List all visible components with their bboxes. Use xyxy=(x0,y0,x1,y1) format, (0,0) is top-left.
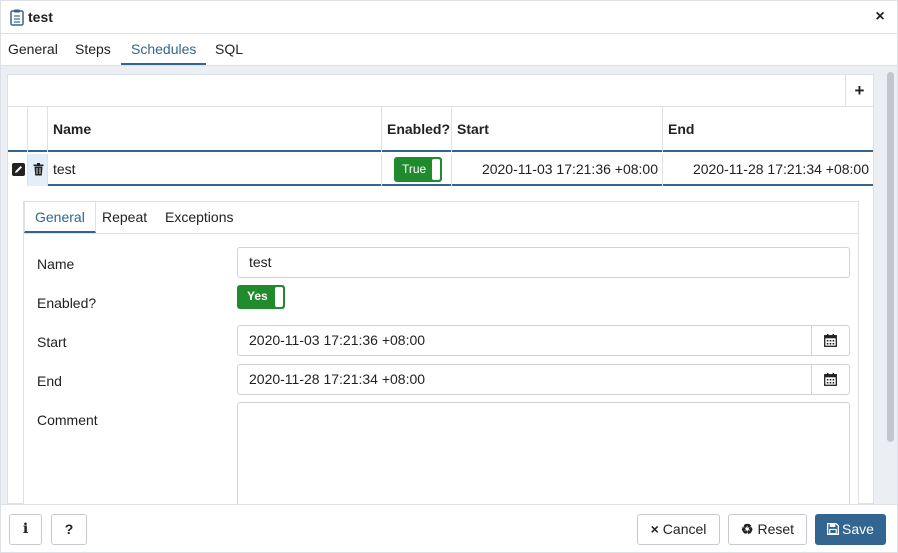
column-header-start: Start xyxy=(452,107,663,152)
help-button[interactable]: ? xyxy=(51,514,87,545)
close-icon: × xyxy=(650,521,659,537)
start-calendar-button[interactable] xyxy=(811,326,849,355)
row-name-cell: test xyxy=(48,154,382,186)
dialog-footer: i ? × Cancel ♻ Reset Save xyxy=(1,504,897,552)
edit-row-button[interactable] xyxy=(8,154,28,186)
cancel-label: Cancel xyxy=(662,521,707,537)
calendar-icon xyxy=(824,373,837,386)
end-calendar-button[interactable] xyxy=(811,365,849,394)
column-header-enabled: Enabled? xyxy=(382,107,452,152)
enabled-toggle[interactable]: Yes xyxy=(237,285,285,309)
close-icon[interactable]: × xyxy=(873,8,887,26)
reset-label: Reset xyxy=(757,521,795,537)
toggle-knob xyxy=(432,159,440,180)
enabled-label: Enabled? xyxy=(37,295,97,311)
schedules-content: + Name Enabled? Start End test True 2020… xyxy=(1,66,897,504)
subtab-exceptions[interactable]: Exceptions xyxy=(155,202,243,233)
row-end-cell: 2020-11-28 17:21:34 +08:00 xyxy=(692,161,869,177)
enabled-toggle-text: Yes xyxy=(247,289,268,303)
row-enabled-cell: True xyxy=(382,154,452,186)
dialog-titlebar: test × xyxy=(1,1,897,34)
save-label: Save xyxy=(842,521,874,537)
grid-toolbar: + xyxy=(8,75,873,107)
tab-steps[interactable]: Steps xyxy=(75,34,111,65)
help-icon: ? xyxy=(64,521,74,537)
column-header-end: End xyxy=(668,121,695,137)
start-datetime-value: 2020-11-03 17:21:36 +08:00 xyxy=(249,332,426,348)
name-input[interactable]: test xyxy=(237,247,850,278)
clipboard-icon xyxy=(10,9,24,26)
subtab-repeat[interactable]: Repeat xyxy=(92,202,157,233)
tab-general[interactable]: General xyxy=(8,34,58,65)
reset-button[interactable]: ♻ Reset xyxy=(728,514,807,545)
tab-sql[interactable]: SQL xyxy=(215,34,243,65)
delete-row-button[interactable] xyxy=(28,154,48,186)
column-header-name: Name xyxy=(48,107,382,152)
save-button[interactable]: Save xyxy=(815,514,886,545)
add-row-button[interactable]: + xyxy=(845,75,873,106)
toggle-knob xyxy=(275,287,283,307)
start-datetime-input[interactable]: 2020-11-03 17:21:36 +08:00 xyxy=(237,325,850,356)
vertical-scrollbar[interactable] xyxy=(883,66,897,504)
comment-label: Comment xyxy=(37,412,98,428)
row-start-cell: 2020-11-03 17:21:36 +08:00 xyxy=(452,154,663,186)
start-label: Start xyxy=(37,334,67,350)
end-datetime-value: 2020-11-28 17:21:34 +08:00 xyxy=(249,371,426,387)
tab-schedules[interactable]: Schedules xyxy=(121,34,207,65)
subtab-general[interactable]: General xyxy=(24,202,96,233)
edit-icon xyxy=(12,163,25,176)
schedule-detail-panel: General Repeat Exceptions Name test Enab… xyxy=(23,201,859,504)
calendar-icon xyxy=(824,334,837,347)
info-icon: i xyxy=(22,521,29,537)
header-edit-col xyxy=(8,107,28,152)
row-enabled-toggle[interactable]: True xyxy=(394,157,442,182)
name-label: Name xyxy=(37,256,75,272)
end-datetime-input[interactable]: 2020-11-28 17:21:34 +08:00 xyxy=(237,364,850,395)
header-delete-col xyxy=(28,107,48,152)
grid-header: Name Enabled? Start End xyxy=(8,107,873,152)
cancel-button[interactable]: × Cancel xyxy=(637,514,720,545)
floppy-icon xyxy=(827,523,840,535)
row-enabled-text: True xyxy=(402,162,427,176)
recycle-icon: ♻ xyxy=(740,521,754,537)
comment-textarea[interactable] xyxy=(237,402,850,504)
table-row[interactable]: test True 2020-11-03 17:21:36 +08:00 202… xyxy=(8,154,873,186)
schedules-grid: + Name Enabled? Start End test True 2020… xyxy=(7,74,874,504)
schedule-dialog: test × General Steps Schedules SQL + Nam… xyxy=(0,0,898,553)
scrollbar-thumb[interactable] xyxy=(887,72,894,442)
detail-tabs: General Repeat Exceptions xyxy=(24,202,858,234)
end-label: End xyxy=(37,373,62,389)
dialog-title: test xyxy=(28,9,53,25)
main-tabs: General Steps Schedules SQL xyxy=(1,34,897,66)
trash-icon xyxy=(33,163,44,176)
info-button[interactable]: i xyxy=(9,514,42,545)
